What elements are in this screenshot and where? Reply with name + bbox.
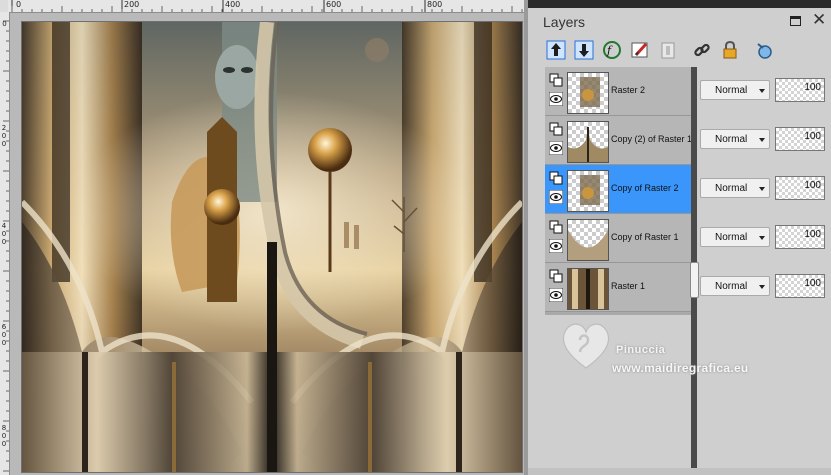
visibility-eye-icon[interactable] — [548, 140, 564, 156]
layer-group-icon[interactable] — [549, 73, 563, 87]
opacity-value: 100 — [804, 180, 821, 191]
close-icon[interactable]: ✕ — [812, 10, 826, 30]
blend-mode-select[interactable]: Normal — [700, 227, 770, 247]
artwork-image[interactable] — [21, 21, 523, 473]
canvas-area[interactable]: 0 200 400 600 800 0 2 0 0 4 0 0 6 0 0 8 … — [0, 0, 528, 475]
layer-thumbnail — [567, 72, 609, 114]
opacity-value: 100 — [804, 131, 821, 142]
layer-thumbnail — [567, 268, 609, 310]
layer-name: Raster 2 — [611, 85, 646, 95]
ruler-top-label: 400 — [225, 0, 241, 9]
layer-row-copy-2-of-raster-1[interactable]: Copy (2) of Raster 1 — [545, 116, 693, 165]
visibility-eye-icon[interactable] — [548, 91, 564, 107]
ruler-top-label: 0 — [16, 0, 22, 9]
opacity-field[interactable]: 100 — [775, 176, 825, 200]
layer-name: Copy of Raster 2 — [611, 183, 679, 193]
visibility-eye-icon[interactable] — [548, 238, 564, 254]
layer-row-copy-of-raster-1[interactable]: Copy of Raster 1 — [545, 214, 691, 263]
ruler-left-label: 6 0 0 — [1, 323, 7, 347]
ruler-left-label: 4 0 0 — [1, 222, 7, 246]
layer-props-row: Normal 100 — [700, 263, 828, 311]
layer-name: Copy (2) of Raster 1 — [611, 134, 693, 144]
chevron-down-icon — [759, 285, 765, 289]
blend-mode-select[interactable]: Normal — [700, 276, 770, 296]
opacity-field[interactable]: 100 — [775, 274, 825, 298]
panel-bottom-scrollbar[interactable] — [528, 468, 831, 475]
opacity-value: 100 — [804, 278, 821, 289]
layer-row-copy-of-raster-2[interactable]: Copy of Raster 2 — [545, 165, 691, 214]
opacity-value: 100 — [804, 229, 821, 240]
window-menu-icon[interactable] — [790, 14, 801, 29]
blend-mode-value: Normal — [715, 183, 748, 194]
layer-props-row: Normal 100 — [700, 116, 828, 164]
layer-group-icon[interactable] — [549, 122, 563, 136]
chevron-down-icon — [759, 89, 765, 93]
blend-mode-value: Normal — [715, 232, 748, 243]
ruler-top-label: 200 — [124, 0, 140, 9]
layer-thumbnail — [567, 219, 609, 261]
ruler-top-label: 600 — [326, 0, 342, 9]
layer-style-icon[interactable] — [752, 38, 776, 62]
chevron-down-icon — [759, 187, 765, 191]
layer-group-icon[interactable] — [549, 171, 563, 185]
new-layer-icon[interactable]: f — [600, 38, 624, 62]
layer-thumbnail — [567, 121, 609, 163]
layer-thumbnail — [567, 170, 609, 212]
layer-name: Copy of Raster 1 — [611, 232, 679, 242]
lock-icon[interactable] — [718, 38, 742, 62]
blend-mode-value: Normal — [715, 134, 748, 145]
layer-props-row: Normal 100 — [700, 67, 828, 115]
layers-panel: Layers ✕ f Raster 2 Copy (2) of Raster 1… — [528, 0, 831, 475]
chevron-down-icon — [759, 236, 765, 240]
watermark-url: www.maidiregrafica.eu — [612, 361, 749, 375]
layer-group-icon[interactable] — [549, 220, 563, 234]
ruler-left-label: 0 — [2, 20, 7, 28]
blend-mode-select[interactable]: Normal — [700, 80, 770, 100]
ruler-top: 0 200 400 600 800 — [8, 0, 524, 13]
opacity-field[interactable]: 100 — [775, 78, 825, 102]
move-layer-down-icon[interactable] — [572, 38, 596, 62]
artwork-graphic — [22, 22, 522, 472]
ruler-top-ticks — [11, 0, 523, 12]
mask-icon[interactable] — [656, 38, 680, 62]
ruler-left-label: 2 0 0 — [1, 124, 7, 148]
splitter-grip[interactable] — [690, 262, 699, 298]
layers-list: Raster 2 Copy (2) of Raster 1 Copy of Ra… — [545, 67, 693, 315]
move-layer-up-icon[interactable] — [544, 38, 568, 62]
opacity-value: 100 — [804, 82, 821, 93]
visibility-eye-icon[interactable] — [548, 287, 564, 303]
layer-props-row: Normal 100 — [700, 165, 828, 213]
opacity-field[interactable]: 100 — [775, 225, 825, 249]
blend-mode-value: Normal — [715, 85, 748, 96]
watermark-name: Pinuccia — [616, 344, 666, 356]
opacity-field[interactable]: 100 — [775, 127, 825, 151]
chevron-down-icon — [759, 138, 765, 142]
blend-mode-select[interactable]: Normal — [700, 129, 770, 149]
edit-brush-icon[interactable] — [628, 38, 652, 62]
panel-title: Layers — [543, 14, 586, 30]
visibility-eye-icon[interactable] — [548, 189, 564, 205]
ruler-top-label: 800 — [427, 0, 443, 9]
svg-text:f: f — [606, 44, 613, 57]
layer-row-raster-1[interactable]: Raster 1 — [545, 263, 691, 312]
layer-row-raster-2[interactable]: Raster 2 — [545, 67, 691, 116]
blend-mode-select[interactable]: Normal — [700, 178, 770, 198]
ruler-left-label: 8 0 0 — [1, 424, 7, 448]
layer-props-row: Normal 100 — [700, 214, 828, 262]
blend-mode-value: Normal — [715, 281, 748, 292]
layer-group-icon[interactable] — [549, 269, 563, 283]
panel-top-strip — [528, 0, 831, 8]
layer-name: Raster 1 — [611, 281, 646, 291]
ruler-left: 0 2 0 0 4 0 0 6 0 0 8 0 0 — [0, 12, 10, 475]
link-icon[interactable] — [690, 38, 714, 62]
